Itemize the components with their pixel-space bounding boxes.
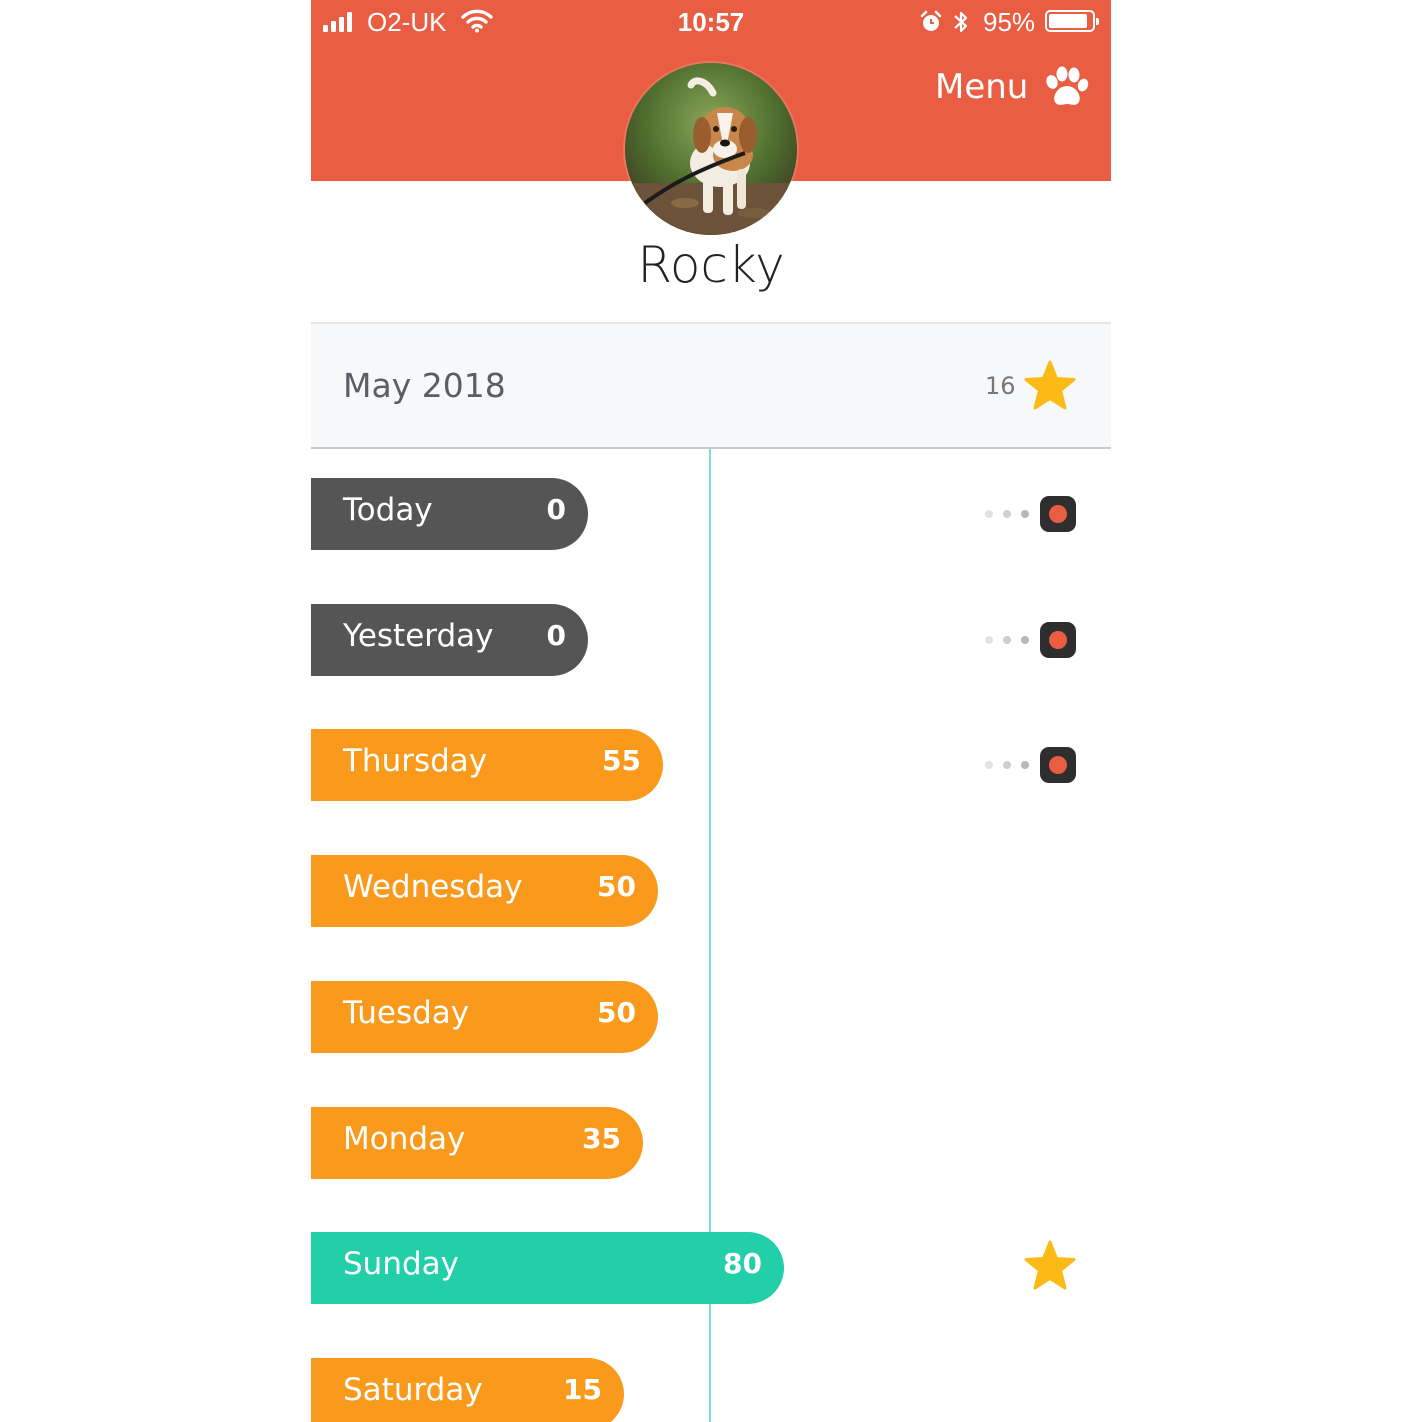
record-button[interactable]: [1040, 622, 1076, 658]
record-icon: [1049, 756, 1067, 774]
day-label: Today: [343, 492, 433, 528]
day-score-value: 0: [546, 619, 566, 652]
alarm-icon: [920, 10, 942, 31]
day-row: Monday 35: [311, 1107, 1111, 1179]
pet-name: Rocky: [637, 236, 785, 294]
month-header[interactable]: May 2018 16: [311, 322, 1111, 449]
day-label: Yesterday: [343, 618, 494, 654]
day-score-pill[interactable]: Wednesday 50: [311, 855, 658, 927]
month-star-count: 16: [985, 372, 1016, 400]
record-icon: [1049, 505, 1067, 523]
battery-fill: [1049, 14, 1087, 28]
star-icon: [1024, 1240, 1076, 1290]
day-score-value: 35: [582, 1122, 621, 1155]
loading-dots: [985, 761, 1029, 769]
day-label: Sunday: [343, 1246, 459, 1282]
day-label: Thursday: [343, 743, 488, 779]
battery-icon: [1045, 10, 1099, 32]
day-row: Yesterday 0: [311, 604, 1111, 676]
day-label: Saturday: [343, 1372, 483, 1408]
day-row: Tuesday 50: [311, 981, 1111, 1053]
day-score-pill[interactable]: Thursday 55: [311, 729, 663, 801]
day-row: Today 0: [311, 478, 1111, 550]
record-button[interactable]: [1040, 747, 1076, 783]
day-row: Thursday 55: [311, 729, 1111, 801]
day-score-pill[interactable]: Sunday 80: [311, 1232, 784, 1304]
day-row: Saturday 15: [311, 1358, 1111, 1422]
day-label: Tuesday: [343, 995, 470, 1031]
day-score-value: 80: [723, 1247, 762, 1280]
loading-dots: [985, 510, 1029, 518]
day-score-pill[interactable]: Tuesday 50: [311, 981, 658, 1053]
bluetooth-icon: [954, 11, 968, 33]
battery-percent: 95%: [983, 7, 1036, 37]
day-score-value: 50: [597, 870, 636, 903]
day-row: Sunday 80: [311, 1232, 1111, 1304]
app-screen: O2-UK 10:57 95% Menu Rocky May 2018 16 T…: [311, 0, 1111, 1422]
day-score-pill[interactable]: Today 0: [311, 478, 588, 550]
star-icon: [1024, 360, 1076, 410]
pet-avatar[interactable]: [625, 63, 797, 235]
day-score-value: 15: [563, 1373, 602, 1406]
day-score-pill[interactable]: Yesterday 0: [311, 604, 588, 676]
record-icon: [1049, 631, 1067, 649]
day-score-pill[interactable]: Saturday 15: [311, 1358, 624, 1422]
menu-label: Menu: [935, 67, 1029, 107]
month-label: May 2018: [343, 366, 506, 405]
day-score-value: 55: [602, 744, 641, 777]
loading-dots: [985, 636, 1029, 644]
day-score-pill[interactable]: Monday 35: [311, 1107, 643, 1179]
day-label: Monday: [343, 1121, 466, 1157]
paw-icon: [1046, 66, 1089, 105]
day-score-value: 50: [597, 996, 636, 1029]
beagle-photo: [625, 63, 797, 235]
day-label: Wednesday: [343, 869, 523, 905]
day-score-value: 0: [546, 493, 566, 526]
day-row: Wednesday 50: [311, 855, 1111, 927]
status-bar: O2-UK 10:57 95%: [311, 0, 1111, 44]
record-button[interactable]: [1040, 496, 1076, 532]
